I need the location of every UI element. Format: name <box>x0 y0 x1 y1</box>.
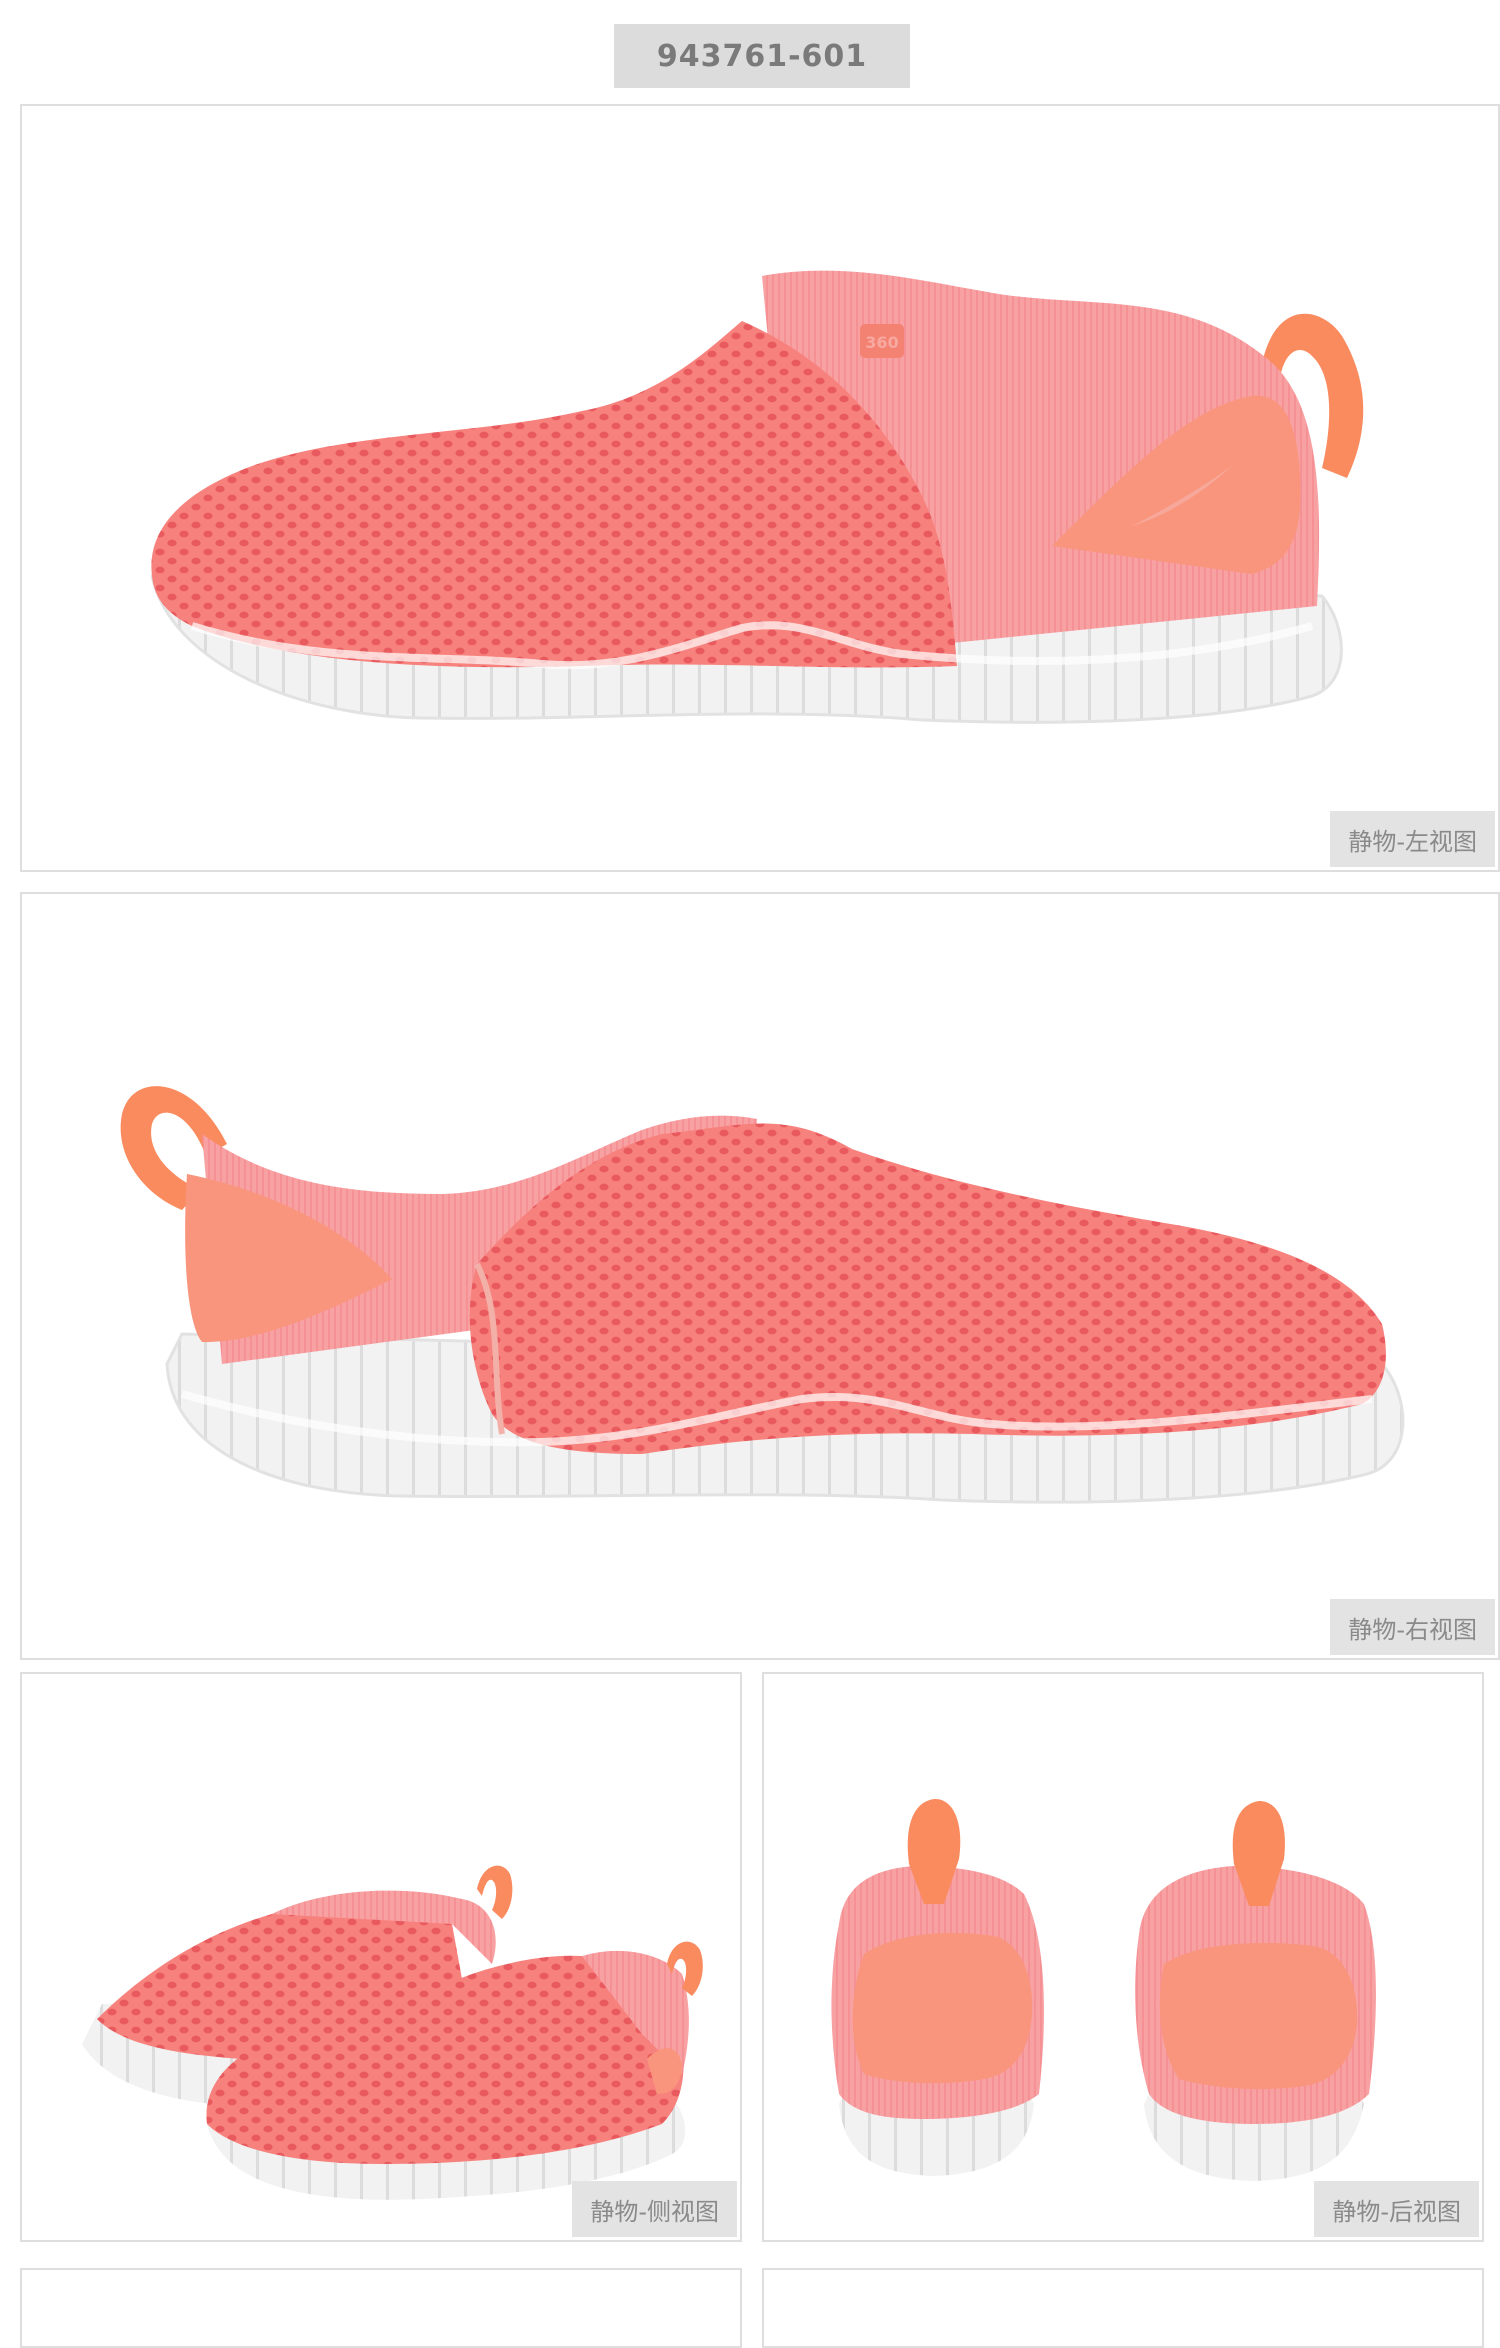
shoe-side-view-illustration <box>82 1865 703 2200</box>
caption-right-view: 静物-右视图 <box>1330 1599 1495 1655</box>
caption-left-view: 静物-左视图 <box>1330 811 1495 867</box>
caption-back-view: 静物-后视图 <box>1314 2181 1479 2237</box>
product-image-side-view[interactable]: 静物-侧视图 <box>20 1672 742 2242</box>
shoe-right-view-illustration <box>120 1086 1405 1504</box>
product-image-next-right[interactable] <box>762 2268 1484 2348</box>
shoe-back-view-illustration <box>831 1798 1376 2181</box>
product-image-left-view[interactable]: 360 静物-左视图 <box>20 104 1500 872</box>
product-image-next-left[interactable] <box>20 2268 742 2348</box>
product-image-right-view[interactable]: 静物-右视图 <box>20 892 1500 1660</box>
shoe-left-view-illustration: 360 <box>150 270 1364 724</box>
product-sku-badge: 943761-601 <box>614 24 910 88</box>
caption-side-view: 静物-侧视图 <box>572 2181 737 2237</box>
tongue-label-text: 360 <box>865 333 898 352</box>
product-image-back-view[interactable]: 静物-后视图 <box>762 1672 1484 2242</box>
